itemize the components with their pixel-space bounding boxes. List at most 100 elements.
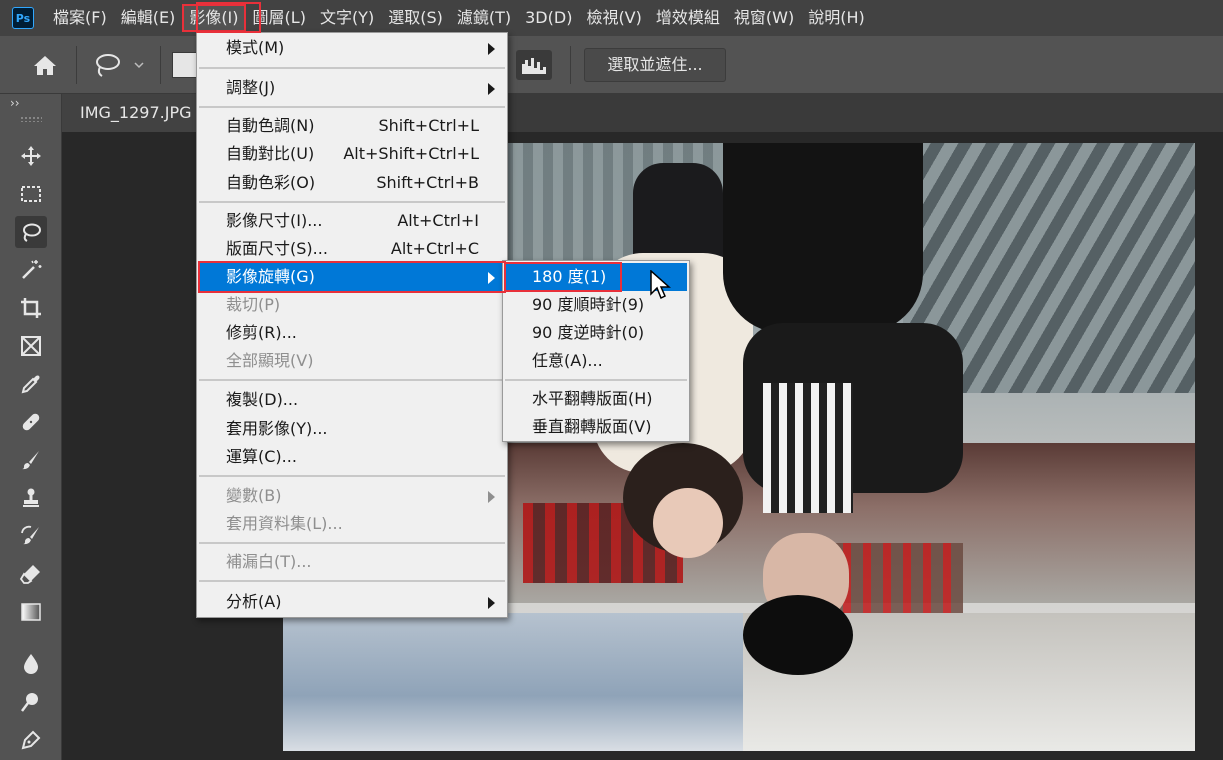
menu-item-auto-tone[interactable]: 自動色調(N) Shift+Ctrl+L bbox=[199, 112, 505, 140]
menu-select[interactable]: 選取(S) bbox=[381, 4, 450, 32]
image-menu-dropdown: 模式(M) 調整(J) 自動色調(N) Shift+Ctrl+L 自動對比(U) A… bbox=[196, 32, 508, 618]
toolbox-grip[interactable] bbox=[20, 116, 42, 122]
menu-item-label: 自動色彩(O) bbox=[226, 173, 316, 192]
toolbox: ›› bbox=[0, 94, 62, 760]
menu-item-apply-image[interactable]: 套用影像(Y)... bbox=[199, 415, 505, 443]
menu-item-label: 模式(M) bbox=[226, 38, 285, 57]
history-brush-tool[interactable] bbox=[15, 520, 47, 552]
healing-brush-tool[interactable] bbox=[15, 406, 47, 438]
menu-item-flip-horizontal[interactable]: 水平翻轉版面(H) bbox=[505, 385, 687, 413]
menu-item-duplicate[interactable]: 複製(D)... bbox=[199, 386, 505, 414]
histogram-button[interactable] bbox=[516, 50, 552, 80]
menu-item-auto-color[interactable]: 自動色彩(O) Shift+Ctrl+B bbox=[199, 169, 505, 197]
eraser-tool[interactable] bbox=[15, 558, 47, 590]
menu-edit[interactable]: 編輯(E) bbox=[114, 4, 183, 32]
menu-item-canvas-size[interactable]: 版面尺寸(S)... Alt+Ctrl+C bbox=[199, 235, 505, 263]
marquee-tool[interactable] bbox=[15, 178, 47, 210]
menu-item-image-rotation[interactable]: 影像旋轉(G) bbox=[199, 263, 505, 291]
menu-item-label: 變數(B) bbox=[226, 486, 282, 505]
options-separator bbox=[160, 46, 161, 84]
dodge-tool[interactable] bbox=[15, 686, 47, 718]
menu-item-shortcut: Shift+Ctrl+B bbox=[376, 173, 479, 192]
frame-tool[interactable] bbox=[15, 330, 47, 362]
frame-icon bbox=[21, 336, 41, 356]
menu-item-label: 自動對比(U) bbox=[226, 144, 315, 163]
menu-window[interactable]: 視窗(W) bbox=[727, 4, 801, 32]
menu-item-trap[interactable]: 補漏白(T)... bbox=[199, 548, 505, 576]
gradient-tool[interactable] bbox=[15, 596, 47, 628]
brush-icon bbox=[22, 451, 39, 470]
eyedropper-tool[interactable] bbox=[15, 368, 47, 400]
menu-item-trim[interactable]: 修剪(R)... bbox=[199, 319, 505, 347]
options-separator bbox=[570, 46, 571, 84]
menu-item-label: 複製(D)... bbox=[226, 390, 299, 409]
menu-separator bbox=[199, 201, 505, 203]
home-icon bbox=[34, 56, 56, 75]
menu-item-label: 影像旋轉(G) bbox=[226, 267, 315, 286]
clone-stamp-tool[interactable] bbox=[15, 482, 47, 514]
menu-separator bbox=[199, 542, 505, 544]
move-icon bbox=[21, 146, 41, 166]
menu-plugins[interactable]: 增效模組 bbox=[649, 4, 727, 32]
options-bar: 選取並遮住... bbox=[0, 36, 1223, 94]
woman-face bbox=[653, 488, 723, 558]
menu-item-label: 版面尺寸(S)... bbox=[226, 239, 328, 258]
menu-bar: Ps 檔案(F) 編輯(E) 影像(I) 圖層(L) 文字(Y) 選取(S) 濾… bbox=[0, 0, 1223, 36]
menu-item-label: 自動色調(N) bbox=[226, 116, 315, 135]
dodge-icon bbox=[21, 693, 38, 712]
menu-item-auto-contrast[interactable]: 自動對比(U) Alt+Shift+Ctrl+L bbox=[199, 140, 505, 168]
menu-item-label: 套用資料集(L)... bbox=[226, 514, 343, 533]
lasso-icon bbox=[96, 54, 144, 77]
pen-tool[interactable] bbox=[15, 724, 47, 756]
striped-shirt bbox=[763, 383, 853, 513]
menu-item-shortcut: Alt+Ctrl+I bbox=[397, 211, 479, 230]
mouse-cursor-icon bbox=[650, 270, 671, 300]
menu-view[interactable]: 檢視(V) bbox=[579, 4, 648, 32]
menu-item-analysis[interactable]: 分析(A) bbox=[199, 588, 505, 616]
menu-item-flip-vertical[interactable]: 垂直翻轉版面(V) bbox=[505, 413, 687, 441]
menu-item-variables[interactable]: 變數(B) bbox=[199, 482, 505, 510]
move-tool[interactable] bbox=[15, 140, 47, 172]
drop-icon bbox=[24, 654, 38, 674]
submenu-arrow-icon bbox=[488, 43, 495, 55]
menu-help[interactable]: 說明(H) bbox=[801, 4, 872, 32]
lasso-tool[interactable] bbox=[15, 216, 47, 248]
menu-separator bbox=[505, 379, 687, 381]
crop-tool[interactable] bbox=[15, 292, 47, 324]
lasso-tool-preset[interactable] bbox=[88, 48, 150, 82]
brush-tool[interactable] bbox=[15, 444, 47, 476]
menu-item-shortcut: Alt+Shift+Ctrl+L bbox=[343, 144, 479, 163]
toolbox-collapse-button[interactable]: ›› bbox=[10, 96, 20, 110]
menu-item-crop[interactable]: 裁切(P) bbox=[199, 291, 505, 319]
stamp-icon bbox=[23, 488, 39, 507]
menu-item-rotate-90-ccw[interactable]: 90 度逆時針(0) bbox=[505, 319, 687, 347]
gradient-icon bbox=[21, 603, 41, 621]
blur-tool[interactable] bbox=[15, 648, 47, 680]
lasso-icon bbox=[23, 223, 41, 242]
menu-3d[interactable]: 3D(D) bbox=[518, 4, 579, 32]
menu-item-adjustments[interactable]: 調整(J) bbox=[199, 74, 505, 102]
select-and-mask-button[interactable]: 選取並遮住... bbox=[584, 48, 726, 82]
eyedropper-icon bbox=[21, 375, 40, 394]
home-button[interactable] bbox=[24, 48, 66, 82]
new-selection-button[interactable] bbox=[172, 52, 198, 78]
menu-filter[interactable]: 濾鏡(T) bbox=[450, 4, 518, 32]
crop-icon bbox=[21, 298, 41, 318]
menu-item-reveal-all[interactable]: 全部顯現(V) bbox=[199, 347, 505, 375]
menu-item-shortcut: Alt+Ctrl+C bbox=[390, 239, 479, 258]
menu-image[interactable]: 影像(I) bbox=[182, 4, 246, 32]
menu-item-image-size[interactable]: 影像尺寸(I)... Alt+Ctrl+I bbox=[199, 207, 505, 235]
menu-layer[interactable]: 圖層(L) bbox=[246, 4, 313, 32]
menu-type[interactable]: 文字(Y) bbox=[313, 4, 381, 32]
menu-item-mode[interactable]: 模式(M) bbox=[199, 34, 505, 62]
menu-item-rotate-arbitrary[interactable]: 任意(A)... bbox=[505, 347, 687, 375]
photoshop-logo: Ps bbox=[12, 7, 34, 29]
magic-wand-tool[interactable] bbox=[15, 254, 47, 286]
menu-item-calculations[interactable]: 運算(C)... bbox=[199, 443, 505, 471]
pen-icon bbox=[21, 730, 41, 750]
man-coat bbox=[723, 143, 923, 333]
menu-item-apply-data-set[interactable]: 套用資料集(L)... bbox=[199, 510, 505, 538]
options-separator bbox=[76, 46, 77, 84]
menu-file[interactable]: 檔案(F) bbox=[46, 4, 114, 32]
magic-wand-icon bbox=[22, 260, 42, 279]
